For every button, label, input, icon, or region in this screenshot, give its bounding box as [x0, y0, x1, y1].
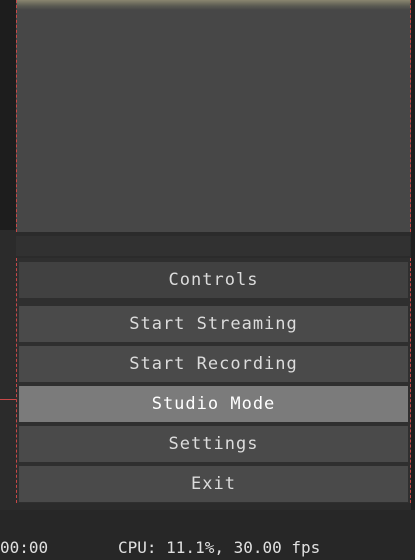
- guide-line: [0, 399, 16, 400]
- studio-mode-button[interactable]: Studio Mode: [19, 386, 408, 422]
- preview-area[interactable]: [16, 0, 411, 232]
- start-streaming-button[interactable]: Start Streaming: [19, 306, 408, 342]
- left-edge: [0, 0, 16, 230]
- status-cpu-fps: CPU: 11.1%, 30.00 fps: [118, 538, 321, 557]
- start-recording-button[interactable]: Start Recording: [19, 346, 408, 382]
- app-window: Controls Start Streaming Start Recording…: [0, 0, 415, 560]
- right-edge: [411, 0, 415, 560]
- dock-divider[interactable]: [16, 236, 410, 256]
- controls-header: Controls: [19, 262, 408, 298]
- settings-button[interactable]: Settings: [19, 426, 408, 462]
- controls-panel: Controls Start Streaming Start Recording…: [16, 258, 411, 503]
- exit-button[interactable]: Exit: [19, 466, 408, 502]
- status-bar: 00:00 CPU: 11.1%, 30.00 fps: [0, 510, 415, 560]
- status-time: 00:00: [0, 538, 49, 557]
- preview-top-edge: [17, 0, 410, 10]
